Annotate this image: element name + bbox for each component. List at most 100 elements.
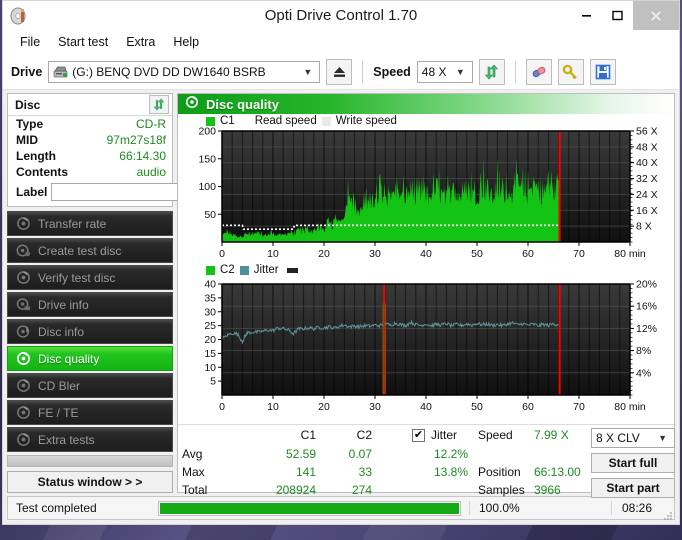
sidebar-item-label: CD Bler [38,378,81,393]
maximize-button[interactable] [602,1,633,30]
sidebar-item-transfer-rate[interactable]: Transfer rate [7,211,173,236]
disc-row-contents-label: Contents [16,165,68,179]
svg-text:80 min: 80 min [614,248,646,260]
panel-title: Disc quality [206,96,279,112]
sidebar-item-label: Drive info [38,297,89,312]
speed-select[interactable]: 48 X ▼ [416,60,473,83]
stats-jitter-max: 13.8% [433,465,468,479]
fe-te-icon [16,405,31,420]
svg-text:40: 40 [204,279,216,291]
drive-select[interactable]: (G:) BENQ DVD DD DW1640 BSRB ▼ [48,60,321,83]
cd-bler-icon [16,378,31,393]
close-button[interactable] [633,1,679,30]
svg-text:0: 0 [219,401,225,413]
progress-bar-fill [160,502,459,514]
eraser-icon [532,66,546,77]
svg-text:20%: 20% [636,279,657,291]
minimize-button[interactable] [571,1,602,30]
svg-text:30: 30 [369,401,381,413]
refresh-button[interactable] [478,58,505,85]
position-stat-value: 66:13.00 [534,465,581,479]
stats-c1-max: 141 [295,465,316,479]
jitter-checkbox-label: Jitter [431,428,458,442]
c2-jitter-chart[interactable]: 5101520253035404%8%12%16%20%0 10 20 30 40 50 6… [178,264,680,424]
status-window-button[interactable]: Status window > > [7,471,173,493]
sidebar-item-verify-test-disc[interactable]: Verify test disc [7,265,173,290]
stats-c2-avg: 0.07 [348,447,372,461]
disc-row-length-value: 66:14.30 [119,149,166,163]
write-strategy-select[interactable]: 8 X CLV ▼ [591,428,675,448]
disc-info-panel: Disc Type CD-R MID 97m27s18f Length 66:1… [7,93,223,207]
svg-text:16%: 16% [636,301,657,313]
svg-text:4%: 4% [636,367,651,379]
sidebar-item-drive-info[interactable]: Drive info [7,292,173,317]
legend-label-write-speed: Write speed [335,115,397,127]
menu-item-extra[interactable]: Extra [117,32,164,52]
legend-swatch-jitter [239,265,249,275]
disc-scan-icon [16,216,31,231]
erase-button[interactable] [525,58,552,85]
c1-chart[interactable]: 50 100 150 200 8 X 16 X 24 X 32 X 40 X 48 X 56 X 0 1… [178,114,680,264]
start-part-button[interactable]: Start part [591,478,675,498]
progress-bar [158,500,461,516]
sidebar-item-extra-tests[interactable]: Extra tests [7,427,173,452]
chevron-down-icon[interactable]: ▼ [451,67,470,77]
key-button[interactable] [557,58,584,85]
speed-stat-label: Speed [478,428,513,442]
start-full-button[interactable]: Start full [591,453,675,473]
disc-row-length-label: Length [16,149,56,163]
sidebar-item-disc-info[interactable]: Disc info [7,319,173,344]
sidebar-item-disc-quality[interactable]: Disc quality [7,346,173,371]
disc-row-contents: Contents audio [8,164,172,180]
disc-row-type-label: Type [16,117,44,131]
sidebar-item-label: Disc quality [38,351,100,366]
sidebar-item-fe-te[interactable]: FE / TE [7,400,173,425]
svg-text:16 X: 16 X [636,205,658,217]
svg-text:60: 60 [522,401,534,413]
legend-swatch-write-speed [321,116,331,126]
statistics-panel: C1 C2 Avg Max Total 52.59 141 208924 0.0… [178,424,675,502]
disc-refresh-button[interactable] [149,95,169,114]
menu-item-start-test[interactable]: Start test [49,32,117,52]
resize-grip-icon[interactable] [663,510,673,520]
stats-c1-avg: 52.59 [285,447,316,461]
sidebar-item-cd-bler[interactable]: CD Bler [7,373,173,398]
svg-text:25: 25 [204,320,216,332]
stats-row-label-max: Max [182,465,205,479]
eject-icon [333,66,345,77]
disc-quality-panel: Disc quality C1 Read speed Write speed 5… [177,93,675,498]
position-stat-label: Position [478,465,521,479]
eject-button[interactable] [326,58,353,85]
disc-panel-title: Disc [15,97,41,112]
write-strategy-value: 8 X CLV [596,431,640,445]
c2-legend: C2 Jitter [206,264,298,276]
svg-text:50: 50 [471,401,483,413]
jitter-checkbox[interactable]: ✔ [412,429,425,442]
disc-row-mid-value: 97m27s18f [106,133,166,147]
menu-item-help[interactable]: Help [164,32,208,52]
c1-chart-container: C1 Read speed Write speed 50 100 150 200 8 X… [178,114,674,264]
disc-panel-header: Disc [8,94,172,116]
refresh-icon [153,98,165,111]
disc-quality-icon [185,95,199,114]
legend-label-read-speed: Read speed [254,115,317,127]
svg-text:30: 30 [369,248,381,260]
stats-c1-total: 208924 [275,483,316,497]
toolbar-divider [362,60,364,83]
legend-swatch-c1 [206,116,215,126]
disc-row-mid: MID 97m27s18f [8,132,172,148]
menu-item-file[interactable]: File [11,32,49,52]
save-icon [595,64,611,79]
disc-label-caption: Label [16,185,48,199]
speed-value: 48 X [421,64,447,79]
samples-stat-label: Samples [478,483,525,497]
svg-text:20: 20 [318,401,330,413]
chevron-down-icon[interactable]: ▼ [653,433,672,443]
application-window: Opti Drive Control 1.70 File Start test … [2,0,680,525]
svg-text:24 X: 24 X [636,189,658,201]
chevron-down-icon[interactable]: ▼ [298,67,317,77]
sidebar-item-create-test-disc[interactable]: Create test disc [7,238,173,263]
disc-quality-icon [16,351,31,366]
progress-percent-text: 100.0% [469,501,547,515]
save-button[interactable] [589,58,616,85]
